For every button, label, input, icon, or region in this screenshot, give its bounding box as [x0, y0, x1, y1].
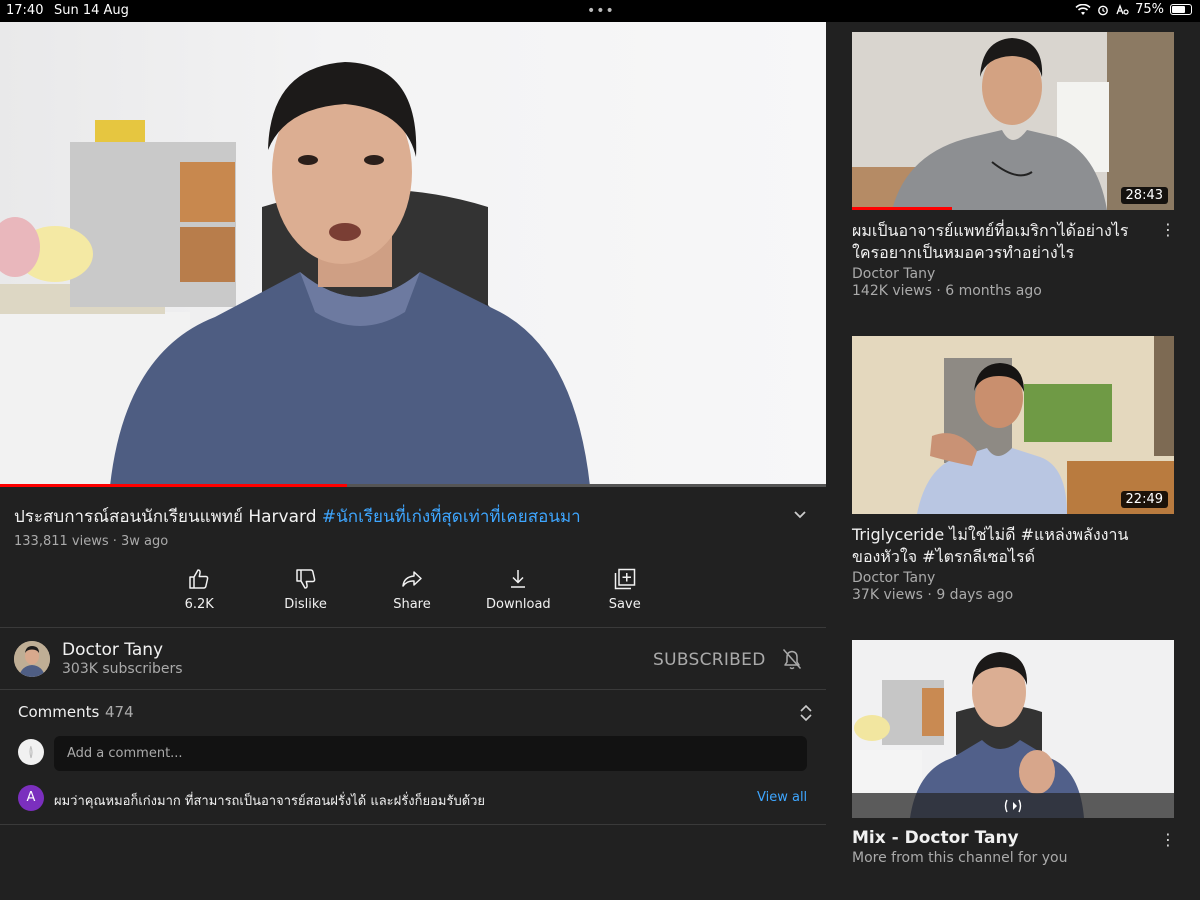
video-views: 133,811 views — [14, 534, 109, 549]
channel-avatar[interactable] — [14, 641, 50, 677]
download-label: Download — [486, 597, 551, 612]
status-date: Sun 14 Aug — [54, 3, 129, 18]
comments-count: 474 — [105, 703, 134, 721]
thumb-up-icon — [189, 569, 209, 589]
related-video-channel: Doctor Tany — [852, 266, 936, 282]
chevron-down-icon — [794, 511, 806, 519]
mix-broadcast-icon — [1004, 799, 1022, 813]
related-video-meta: 142K views · 6 months ago — [852, 283, 1042, 299]
mix-title[interactable]: Mix - Doctor Tany — [852, 828, 1174, 848]
subscribed-button[interactable]: SUBSCRIBED — [653, 650, 766, 670]
status-icons: 75% — [1075, 2, 1192, 17]
related-video-channel: Doctor Tany — [852, 570, 936, 586]
bell-off-icon — [782, 648, 802, 670]
save-label: Save — [608, 597, 641, 612]
user-avatar — [18, 739, 44, 765]
download-button[interactable]: Download — [465, 567, 571, 617]
battery-icon — [1170, 4, 1192, 15]
video-meta: 133,811 views · 3w ago — [14, 534, 169, 549]
related-video-meta: 37K views · 9 days ago — [852, 587, 1014, 603]
divider — [0, 627, 826, 628]
mix-indicator-bar — [852, 793, 1174, 818]
thumb-down-icon — [295, 569, 315, 589]
download-icon — [511, 570, 526, 588]
channel-subscriber-count: 303K subscribers — [62, 661, 183, 677]
notifications-button[interactable] — [781, 647, 803, 675]
video-duration: 28:43 — [1120, 187, 1168, 204]
like-count: 6.2K — [184, 597, 214, 612]
video-thumbnail[interactable]: 22:49 — [852, 336, 1174, 514]
status-time: 17:40 — [6, 3, 44, 18]
mix-thumbnail[interactable] — [852, 640, 1174, 818]
related-videos-panel: 28:43 ผมเป็นอาจารย์แพทย์ที่อเมริกาได้อย่… — [826, 22, 1200, 900]
share-label: Share — [393, 597, 431, 612]
video-player[interactable] — [0, 22, 826, 486]
video-progress-bar[interactable] — [0, 484, 826, 487]
video-title: ประสบการณ์สอนนักเรียนแพทย์ Harvard #นักเ… — [14, 505, 814, 529]
video-age: 3w ago — [121, 534, 169, 549]
divider — [0, 689, 826, 690]
dislike-button[interactable]: Dislike — [252, 567, 358, 617]
multitasking-dots-icon[interactable]: ••• — [587, 3, 615, 19]
commenter-avatar[interactable]: A — [18, 785, 44, 811]
battery-percent: 75% — [1135, 2, 1164, 17]
mix-subtitle: More from this channel for you — [852, 850, 1068, 866]
save-button[interactable]: Save — [572, 567, 678, 617]
expand-comments-button[interactable] — [799, 704, 813, 726]
related-video-title[interactable]: Triglyceride ไม่ใช่ไม่ดี #แหล่งพลังงานขอ… — [852, 524, 1152, 568]
video-frame — [0, 62, 590, 486]
watch-panel: ประสบการณ์สอนนักเรียนแพทย์ Harvard #นักเ… — [0, 22, 826, 900]
divider — [0, 824, 826, 825]
more-options-icon[interactable]: ⋮ — [1160, 830, 1176, 849]
like-button[interactable]: 6.2K — [146, 567, 252, 617]
mix-playlist-card[interactable]: Mix - Doctor Tany More from this channel… — [852, 640, 1176, 866]
action-bar: 6.2K Dislike Share Download Save — [146, 567, 678, 617]
status-bar: 17:40 Sun 14 Aug ••• 75% — [0, 0, 1200, 22]
comments-heading[interactable]: Comments — [18, 703, 99, 721]
view-all-comments-link[interactable]: View all — [757, 790, 807, 805]
more-options-icon[interactable]: ⋮ — [1160, 220, 1176, 239]
add-comment-input[interactable] — [54, 736, 807, 771]
share-button[interactable]: Share — [359, 567, 465, 617]
video-title-text: ประสบการณ์สอนนักเรียนแพทย์ Harvard — [14, 507, 317, 527]
watched-progress — [852, 207, 952, 210]
related-video-title[interactable]: ผมเป็นอาจารย์แพทย์ที่อเมริกาได้อย่างไร ใ… — [852, 220, 1152, 264]
user-avatar-image — [29, 745, 33, 759]
share-arrow-icon — [402, 571, 422, 587]
video-duration: 22:49 — [1120, 491, 1168, 508]
dislike-label: Dislike — [284, 597, 327, 612]
expand-description-button[interactable] — [793, 508, 807, 524]
related-video-card[interactable]: 22:49 Triglyceride ไม่ใช่ไม่ดี #แหล่งพลั… — [852, 336, 1174, 603]
video-title-hashtag[interactable]: #นักเรียนที่เก่งที่สุดเท่าที่เคยสอนมา — [322, 507, 581, 527]
chevron-up-down-icon — [800, 704, 812, 722]
channel-name[interactable]: Doctor Tany — [62, 640, 163, 660]
related-video-card[interactable]: 28:43 ผมเป็นอาจารย์แพทย์ที่อเมริกาได้อย่… — [852, 32, 1176, 299]
wifi-icon — [1075, 3, 1091, 15]
alarm-icon — [1098, 5, 1108, 15]
top-comment-text[interactable]: ผมว่าคุณหมอก็เก่งมาก ที่สามารถเป็นอาจารย… — [54, 790, 485, 811]
video-thumbnail[interactable]: 28:43 — [852, 32, 1174, 210]
save-playlist-icon — [614, 568, 635, 590]
video-progress-fill — [0, 484, 347, 487]
focus-mode-icon — [1116, 3, 1129, 15]
